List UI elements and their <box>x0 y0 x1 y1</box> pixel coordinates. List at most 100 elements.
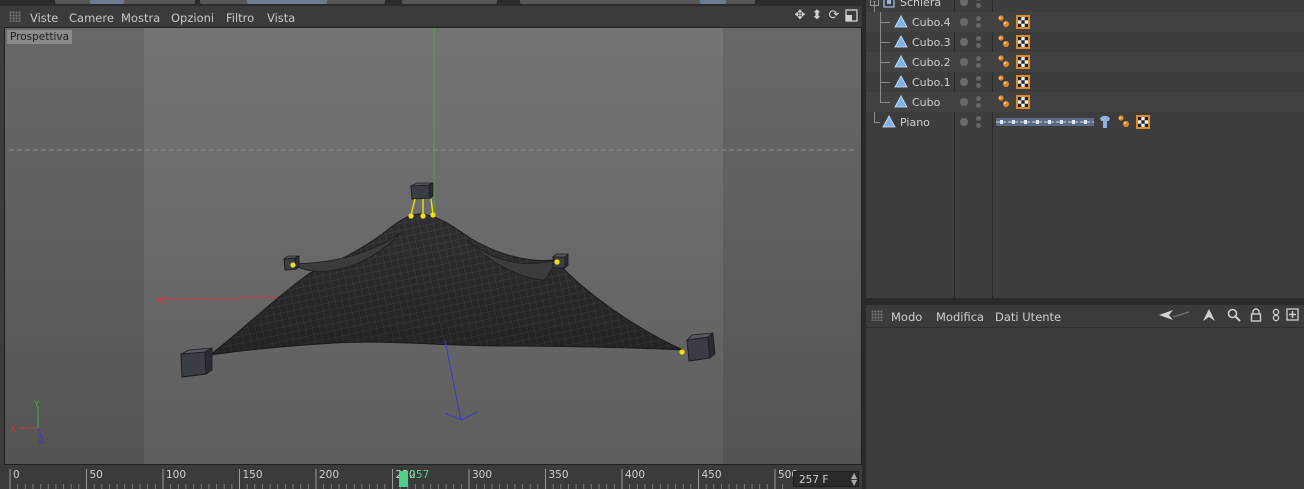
attribute-manager: Modo Modifica Dati Utente <box>866 305 1304 489</box>
frame-field[interactable]: 257 F <box>793 471 859 487</box>
render-dot-icon[interactable] <box>976 16 981 21</box>
visibility-dot-icon[interactable] <box>960 78 968 86</box>
object-name[interactable]: Piano <box>900 116 930 129</box>
object-row-cubo-2[interactable]: Cubo.2 <box>866 52 1304 72</box>
toolbar-segment-active[interactable] <box>247 0 327 4</box>
tree-line <box>874 112 875 122</box>
menu-modo[interactable]: Modo <box>891 310 922 324</box>
cube-object-icon <box>894 55 908 72</box>
visibility-dot-icon[interactable] <box>960 38 968 46</box>
cube-bottom-right[interactable] <box>685 332 716 362</box>
render-dot-icon[interactable] <box>976 116 981 121</box>
constraint-point[interactable] <box>290 262 296 268</box>
new-window-icon[interactable] <box>1285 308 1299 323</box>
object-row-cubo-3[interactable]: Cubo.3 <box>866 32 1304 52</box>
editor-dot-icon[interactable] <box>976 3 981 8</box>
viewport-perspective[interactable]: Y X Z Prospettiva <box>4 27 862 465</box>
menu-modifica[interactable]: Modifica <box>936 310 984 324</box>
collapse-icon[interactable]: - <box>870 0 879 6</box>
editor-dot-icon[interactable] <box>976 23 981 28</box>
phong-tag-icon[interactable] <box>996 14 1012 33</box>
texture-tag-icon[interactable] <box>1016 35 1030 52</box>
render-dot-icon[interactable] <box>976 56 981 61</box>
texture-tag-icon[interactable] <box>1016 15 1030 32</box>
editor-dot-icon[interactable] <box>976 123 981 128</box>
cube-object-icon <box>894 35 908 52</box>
array-icon <box>882 0 896 12</box>
tick-label: 300 <box>472 469 493 481</box>
playhead[interactable] <box>399 471 409 487</box>
maximize-icon[interactable] <box>844 9 858 23</box>
back-arrow-icon[interactable] <box>1157 308 1190 323</box>
cube-top[interactable] <box>410 182 434 200</box>
search-icon[interactable] <box>1227 308 1241 323</box>
object-name[interactable]: Cubo <box>912 96 940 109</box>
menu-vista[interactable]: Vista <box>267 11 295 25</box>
constraint-point[interactable] <box>554 259 560 265</box>
editor-dot-icon[interactable] <box>976 83 981 88</box>
constraint-point[interactable] <box>408 213 414 219</box>
menu-opzioni[interactable]: Opzioni <box>171 11 214 25</box>
panel-divider[interactable] <box>866 298 1304 305</box>
render-dot-icon[interactable] <box>976 76 981 81</box>
grip-icon[interactable] <box>9 11 21 22</box>
visibility-dot-icon[interactable] <box>960 118 968 126</box>
object-row-cubo-1[interactable]: Cubo.1 <box>866 72 1304 92</box>
pan-down-icon[interactable]: ⬍ <box>810 9 824 23</box>
object-name[interactable]: Cubo.4 <box>912 16 951 29</box>
cloth-tag-icon[interactable] <box>996 116 1094 131</box>
rotate-icon[interactable]: ⟳ <box>827 9 841 23</box>
constraint-point[interactable] <box>420 213 426 219</box>
menu-filtro[interactable]: Filtro <box>226 11 254 25</box>
toolbar-segment-active[interactable] <box>90 0 124 4</box>
menu-mostra[interactable]: Mostra <box>121 11 160 25</box>
up-arrow-icon[interactable] <box>1202 308 1216 323</box>
editor-dot-icon[interactable] <box>976 103 981 108</box>
link-icon[interactable] <box>1269 308 1283 323</box>
phong-tag-icon[interactable] <box>996 74 1012 93</box>
constraint-point[interactable] <box>679 349 685 355</box>
texture-tag-icon[interactable] <box>1016 55 1030 72</box>
timeline-ruler[interactable]: 050100150200250300350400450500 257 <box>8 467 798 489</box>
visibility-dot-icon[interactable] <box>960 18 968 26</box>
visibility-dot-icon[interactable] <box>960 0 968 6</box>
toolbar-segment[interactable] <box>402 0 497 4</box>
phong-tag-icon[interactable] <box>1116 114 1132 133</box>
object-name[interactable]: Cubo.2 <box>912 56 951 69</box>
menu-camere[interactable]: Camere <box>69 11 114 25</box>
object-name[interactable]: Cubo.1 <box>912 76 951 89</box>
object-row-cubo[interactable]: Cubo <box>866 92 1304 112</box>
menu-dati-utente[interactable]: Dati Utente <box>995 310 1061 324</box>
scene-view[interactable]: Y X Z <box>5 28 861 464</box>
toolbar-segment-active[interactable] <box>700 0 726 4</box>
editor-dot-icon[interactable] <box>976 43 981 48</box>
phong-tag-icon[interactable] <box>996 54 1012 73</box>
shirt-tag-icon[interactable] <box>1098 115 1112 132</box>
spinner-arrows-icon[interactable]: ▲ ▼ <box>851 472 857 487</box>
toolbar-segment[interactable] <box>55 0 195 4</box>
grip-icon[interactable] <box>871 310 883 321</box>
texture-tag-icon[interactable] <box>1136 115 1150 132</box>
texture-tag-icon[interactable] <box>1016 95 1030 112</box>
visibility-dot-icon[interactable] <box>960 98 968 106</box>
render-dot-icon[interactable] <box>976 36 981 41</box>
menu-viste[interactable]: Viste <box>30 11 58 25</box>
phong-tag-icon[interactable] <box>996 94 1012 113</box>
render-dot-icon[interactable] <box>976 0 981 1</box>
object-name[interactable]: Schiera <box>900 0 941 9</box>
visibility-dot-icon[interactable] <box>960 58 968 66</box>
move-icon[interactable]: ✥ <box>793 9 807 23</box>
render-dot-icon[interactable] <box>976 96 981 101</box>
axis-gizmo: Y X Z <box>10 400 44 446</box>
constraint-point[interactable] <box>430 212 436 218</box>
object-name[interactable]: Cubo.3 <box>912 36 951 49</box>
editor-dot-icon[interactable] <box>976 63 981 68</box>
texture-tag-icon[interactable] <box>1016 75 1030 92</box>
object-row-schiera[interactable]: - Schiera <box>866 0 1304 12</box>
cube-object-icon <box>894 75 908 92</box>
object-row-cubo-4[interactable]: Cubo.4 <box>866 12 1304 32</box>
cube-bottom-left[interactable] <box>180 347 213 378</box>
phong-tag-icon[interactable] <box>996 34 1012 53</box>
object-row-piano[interactable]: Piano <box>866 112 1304 132</box>
lock-icon[interactable] <box>1249 308 1263 323</box>
